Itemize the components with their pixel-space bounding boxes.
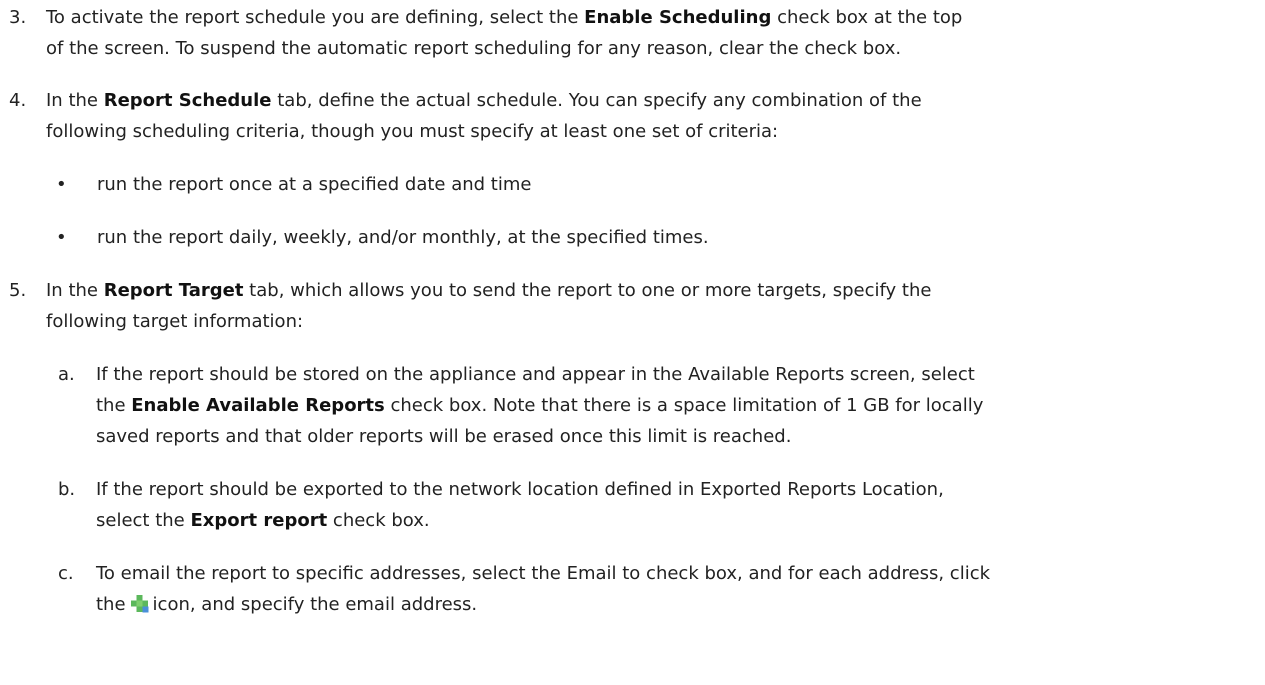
bullet-text: run the report once at a specified date … (97, 174, 532, 195)
substep-letter: a. (58, 364, 75, 385)
step-line: In the Report Schedule tab, define the a… (46, 90, 922, 111)
bullet-text: run the report daily, weekly, and/or mon… (97, 227, 709, 248)
step-number: 4. (9, 90, 27, 111)
ui-term: Enable Scheduling (584, 7, 772, 28)
step-line: following scheduling criteria, though yo… (46, 121, 779, 142)
substep-letter: b. (58, 479, 76, 500)
ui-term: Export report (190, 510, 328, 531)
substep-line: select the Export report check box. (96, 510, 430, 531)
step-line: of the screen. To suspend the automatic … (46, 38, 902, 59)
ui-term: Enable Available Reports (131, 395, 385, 416)
step-text: In the Report Target tab, which allows y… (46, 275, 1255, 337)
step-line: In the Report Target tab, which allows y… (46, 280, 932, 301)
step-text: To activate the report schedule you are … (46, 2, 1255, 64)
ui-term: Report Target (103, 280, 244, 301)
step-line: following target information: (46, 311, 304, 332)
plus-icon (130, 594, 149, 613)
substep-line: saved reports and that older reports wil… (96, 426, 792, 447)
substep-letter: c. (58, 563, 74, 584)
substep-text: If the report should be exported to the … (96, 474, 1255, 536)
substep-line: If the report should be exported to the … (96, 479, 944, 500)
step-number: 3. (9, 7, 27, 28)
substep-line: To email the report to specific addresse… (96, 563, 991, 584)
step-number: 5. (9, 280, 27, 301)
substep-text: If the report should be stored on the ap… (96, 359, 1255, 452)
document-page: 3. To activate the report schedule you a… (0, 0, 1265, 685)
bullet-symbol: • (56, 227, 67, 248)
bullet-symbol: • (56, 174, 67, 195)
substep-line: If the report should be stored on the ap… (96, 364, 975, 385)
step-line: To activate the report schedule you are … (46, 7, 963, 28)
ui-term: Report Schedule (103, 90, 272, 111)
substep-line: the Enable Available Reports check box. … (96, 395, 984, 416)
substep-line: the icon, and specify the email address. (96, 594, 478, 615)
substep-text: To email the report to specific addresse… (96, 558, 1255, 620)
step-text: In the Report Schedule tab, define the a… (46, 85, 1255, 147)
